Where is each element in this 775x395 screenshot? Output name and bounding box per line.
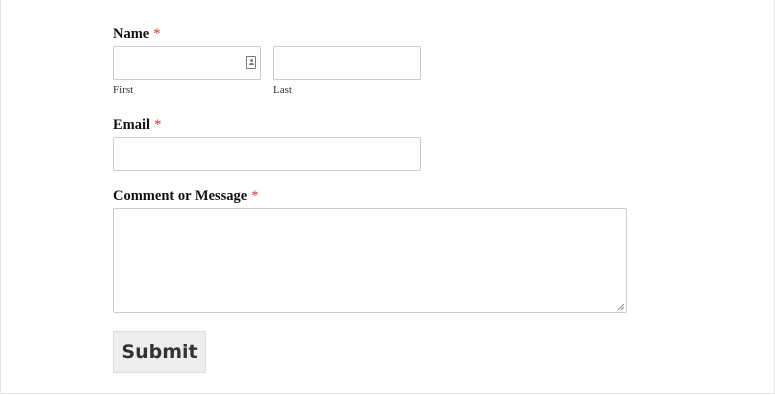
email-label-text: Email [113,117,151,133]
name-label: Name * [113,26,161,42]
message-textarea[interactable] [113,208,627,313]
contact-form: Name * First Last Email * Comment or Messa… [113,0,633,395]
email-input[interactable] [113,137,421,171]
first-name-input[interactable] [113,46,261,80]
required-marker: * [153,26,161,42]
first-name-sublabel: First [113,84,134,96]
contact-card-icon[interactable] [246,56,256,69]
resize-handle-icon[interactable] [617,303,625,311]
message-label-text: Comment or Message [113,188,248,204]
required-marker: * [251,188,259,204]
email-label: Email * [113,117,161,133]
submit-button[interactable]: Submit [113,331,206,373]
last-name-sublabel: Last [273,84,292,96]
last-name-input[interactable] [273,46,421,80]
message-label: Comment or Message * [113,188,258,204]
name-label-text: Name [113,26,150,42]
required-marker: * [154,117,162,133]
